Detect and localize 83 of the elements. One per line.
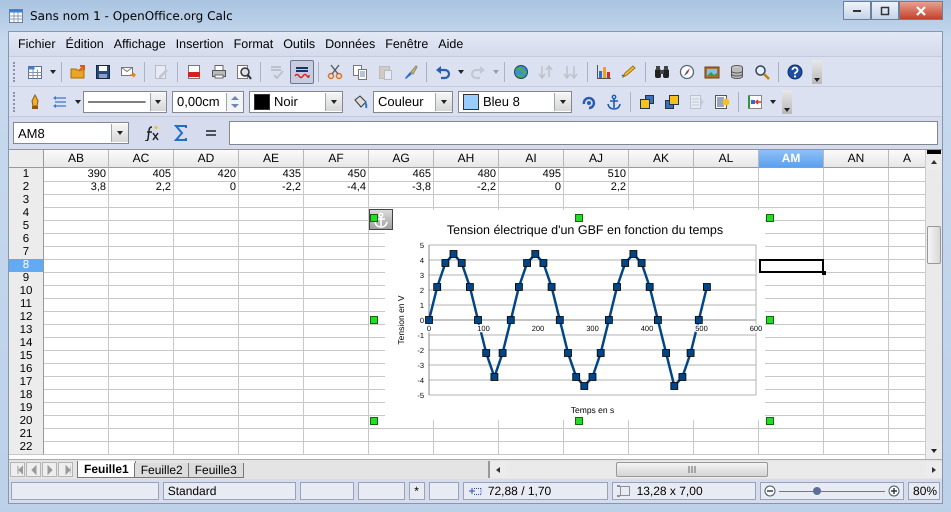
column-header[interactable]: AN [824,150,889,168]
table-cell: 390 [44,168,109,182]
column-header[interactable]: AC [109,150,174,168]
combo-value: Noir [274,94,298,109]
line-color-combo[interactable]: Noir [249,90,343,112]
column-header[interactable]: AE [239,150,304,168]
table-cell: 2,2 [564,181,629,195]
menu-item[interactable]: Aide [433,35,468,53]
table-cell: -2,2 [239,181,304,195]
axis-title: Tension en V [396,295,406,345]
name-box[interactable]: AM8 [13,122,129,144]
row-header[interactable]: 9 [9,272,44,286]
table-cell: 2,2 [109,181,174,195]
row-header[interactable]: 14 [9,337,44,351]
axis-title: Temps en s [570,405,614,415]
column-header[interactable]: AH [434,150,499,168]
row-header[interactable]: 22 [9,441,44,455]
menu-item[interactable]: Données [320,35,380,53]
table-cell: 510 [564,168,629,182]
combo-value: Bleu 8 [483,94,520,109]
menu-item[interactable]: Fenêtre [380,35,434,53]
row-header[interactable]: 15 [9,350,44,364]
size-value: 13,28 x 7,00 [636,483,703,499]
row-header[interactable]: 10 [9,285,44,299]
zoom-value: 80% [908,482,940,500]
row-header[interactable]: 5 [9,220,44,234]
table-cell: 465 [369,168,434,182]
spinner-value: 0,00cm [177,94,220,109]
column-header[interactable]: AG [369,150,434,168]
menu-item[interactable]: Insertion [170,35,229,53]
table-cell: 450 [304,168,369,182]
row-header[interactable]: 16 [9,363,44,377]
combo-value: Couleur [378,94,424,109]
table-cell: 0 [499,181,564,195]
area-style-combo[interactable]: Couleur [373,90,453,112]
name-box-value: AM8 [18,126,45,140]
page-style-field: Standard [162,482,296,500]
column-header[interactable]: AL [694,150,759,168]
table-cell: 3,8 [44,181,109,195]
row-header[interactable]: 1 [9,168,44,182]
table-cell: 405 [109,168,174,182]
column-header[interactable]: A [889,150,925,168]
table-cell: 0 [174,181,239,195]
row-header[interactable]: 7 [9,246,44,260]
modified-indicator: * [409,482,426,500]
row-header[interactable]: 6 [9,233,44,247]
window-title: Sans nom 1 - OpenOffice.org Calc [30,8,234,22]
row-header[interactable]: 17 [9,376,44,390]
row-header[interactable]: 4 [9,207,44,221]
menu-item[interactable]: Affichage [108,35,171,53]
row-header[interactable]: 12 [9,311,44,325]
row-header[interactable]: 18 [9,389,44,403]
column-header[interactable]: AJ [564,150,629,168]
row-header[interactable]: 13 [9,324,44,338]
menu-item[interactable]: Édition [60,35,109,53]
column-header[interactable]: AB [44,150,109,168]
row-header[interactable]: 3 [9,194,44,208]
table-cell: 435 [239,168,304,182]
sheet-tab[interactable]: Feuille3 [188,463,244,478]
row-header[interactable]: 2 [9,181,44,195]
column-header[interactable]: AD [174,150,239,168]
column-header[interactable]: AK [629,150,694,168]
row-header[interactable]: 20 [9,415,44,429]
menu-item[interactable]: Outils [278,35,320,53]
table-cell: 495 [499,168,564,182]
area-color-combo[interactable]: Bleu 8 [458,90,572,112]
sheet-tab[interactable]: Feuille2 [134,463,190,478]
table-cell: 480 [434,168,499,182]
table-cell: -4,4 [304,181,369,195]
line-width-spinner[interactable]: 0,00cm [172,90,244,112]
table-cell: 420 [174,168,239,182]
position-value: 72,88 / 1,70 [488,483,552,499]
column-header[interactable]: AI [499,150,564,168]
row-header[interactable]: 21 [9,428,44,442]
table-cell: -2,2 [434,181,499,195]
menu-item[interactable]: Format [228,35,278,53]
sheet-tab[interactable]: Feuille1 [77,461,136,478]
menu-item[interactable]: Fichier [13,35,61,53]
chart-title: Tension électrique d'un GBF en fonction du temps [446,223,724,237]
column-header[interactable]: AF [304,150,369,168]
row-header[interactable]: 11 [9,298,44,312]
table-cell: -3,8 [369,181,434,195]
row-header[interactable]: 19 [9,402,44,416]
